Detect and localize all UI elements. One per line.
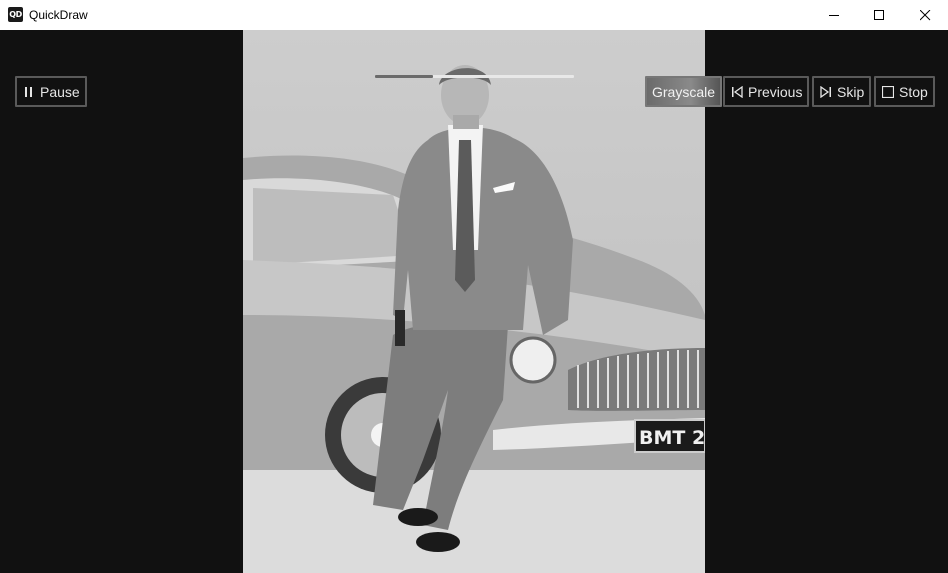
minimize-icon bbox=[828, 14, 839, 16]
grayscale-button[interactable]: Grayscale bbox=[645, 76, 723, 107]
skip-previous-icon bbox=[730, 85, 744, 99]
skip-label: Skip bbox=[837, 83, 865, 100]
minimize-button[interactable] bbox=[811, 0, 857, 30]
photo-illustration: BMT 216 bbox=[243, 65, 705, 573]
reference-photo: BMT 216 bbox=[243, 30, 705, 573]
drawing-viewer: BMT 216 bbox=[0, 30, 948, 573]
stop-label: Stop bbox=[899, 83, 928, 100]
previous-button[interactable]: Previous bbox=[723, 76, 810, 107]
pause-label: Pause bbox=[40, 83, 80, 100]
skip-next-icon bbox=[819, 85, 833, 99]
license-plate: BMT 216 bbox=[639, 427, 705, 449]
grayscale-label: Grayscale bbox=[652, 83, 716, 100]
previous-label: Previous bbox=[748, 83, 803, 100]
app-logo-icon: QD bbox=[8, 7, 23, 22]
close-button[interactable] bbox=[902, 0, 948, 30]
progress-bar bbox=[375, 75, 574, 78]
pause-icon bbox=[22, 85, 36, 99]
stop-button[interactable]: Stop bbox=[874, 76, 935, 107]
maximize-icon bbox=[873, 9, 884, 20]
stop-icon bbox=[881, 85, 895, 99]
pause-button[interactable]: Pause bbox=[15, 76, 87, 107]
skip-button[interactable]: Skip bbox=[812, 76, 872, 107]
maximize-button[interactable] bbox=[856, 0, 902, 30]
window-title: QuickDraw bbox=[29, 8, 88, 22]
title-bar: QD QuickDraw bbox=[0, 0, 948, 30]
progress-fill bbox=[375, 75, 433, 78]
close-icon bbox=[919, 9, 930, 20]
